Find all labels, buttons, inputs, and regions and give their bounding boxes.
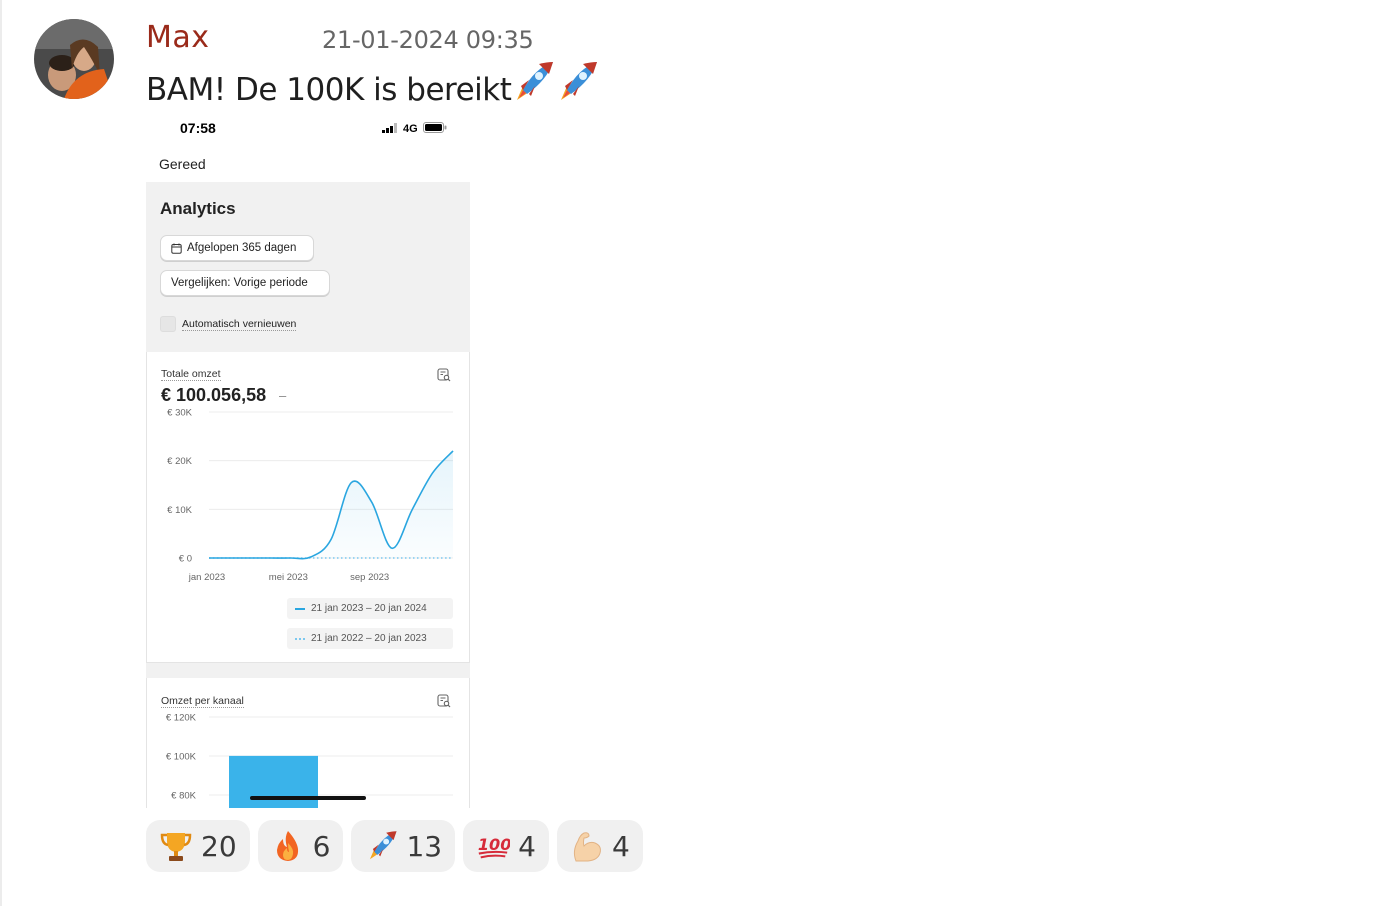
fire-icon [271,829,305,863]
reaction-count: 6 [312,829,331,863]
status-time: 07:58 [180,120,216,136]
reaction-fire[interactable]: 6 [257,820,344,872]
rocket-icon [364,829,398,863]
x-tick-label: mei 2023 [269,572,308,583]
total-sales-value: € 100.056,58 [161,385,267,405]
legend-dotted-swatch [295,637,305,640]
avatar[interactable] [34,19,114,99]
bar-y-tick-label: € 100K [166,752,197,763]
reactions-bar: 20 6 13 100 4 4 [146,820,643,872]
reaction-rocket[interactable]: 13 [351,820,456,872]
compare-label: Vergelijken: Vorige periode [171,277,308,289]
auto-refresh-checkbox[interactable] [160,316,176,332]
reaction-biceps[interactable]: 4 [556,820,643,872]
status-bar-right: 4G [382,122,447,136]
left-border [0,0,2,906]
flexed-biceps-icon [570,829,604,863]
analytics-header: Analytics Afgelopen 365 dagen Vergelijke… [146,182,470,352]
legend-solid-swatch [295,607,305,610]
analytics-title: Analytics [160,199,236,218]
legend-previous-label: 21 jan 2022 – 20 jan 2023 [311,633,427,644]
date-range-label: Afgelopen 365 dagen [187,242,297,254]
auto-refresh-label: Automatisch vernieuwen [182,317,297,331]
post-message-text: BAM! De 100K is bereikt [146,72,512,108]
rocket-icon [553,60,599,112]
legend-current-label: 21 jan 2023 – 20 jan 2024 [311,603,427,614]
date-range-button[interactable]: Afgelopen 365 dagen [160,235,314,261]
calendar-icon [171,243,182,254]
rocket-icon [509,60,555,112]
legend-previous[interactable]: 21 jan 2022 – 20 jan 2023 [287,628,453,649]
done-button[interactable]: Gereed [159,156,206,172]
home-indicator [250,796,366,800]
hundred-points-icon: 100 [476,829,510,863]
post-timestamp: 21-01-2024 09:35 [322,26,534,54]
series-area-current [209,450,453,559]
reaction-count: 4 [611,829,630,863]
auto-refresh-toggle[interactable]: Automatisch vernieuwen [160,316,297,332]
channel-bar[interactable] [229,755,318,808]
y-tick-label: € 0 [179,554,192,565]
reaction-count: 13 [406,829,443,863]
reaction-trophy[interactable]: 20 [146,820,250,872]
x-tick-label: sep 2023 [350,572,389,583]
total-sales-label-text: Totale omzet [161,368,221,381]
bar-y-tick-label: € 80K [171,791,196,802]
network-label: 4G [403,123,418,135]
author-name[interactable]: Max [146,20,210,55]
x-tick-label: jan 2023 [188,572,225,583]
signal-icon [382,122,398,136]
total-sales-chart: € 30K € 20K € 10K € 0 jan 2023 mei 2023 sep 20… [167,408,454,583]
sales-by-channel-card: Omzet per kanaal € 120K € 100K € 80K [146,678,470,808]
total-sales-card: Totale omzet € 100.056,58 – € 30K € 20K € … [146,352,470,663]
trophy-icon [159,829,193,863]
total-sales-label: Totale omzet [161,368,221,381]
battery-icon [422,122,447,136]
y-tick-label: € 10K [167,505,192,516]
reaction-count: 20 [201,829,237,863]
compare-button[interactable]: Vergelijken: Vorige periode [160,270,330,296]
attached-screenshot[interactable]: 07:58 4G Gereed Analytics Afgelopen 365 … [146,108,470,808]
total-sales-change: – [279,388,287,403]
bar-y-tick-label: € 120K [166,713,197,724]
reaction-count: 4 [518,829,536,863]
report-search-icon[interactable] [437,368,451,387]
legend-current[interactable]: 21 jan 2023 – 20 jan 2024 [287,598,453,619]
post-message: BAM! De 100K is bereikt [146,60,599,112]
y-tick-label: € 20K [167,456,192,467]
sales-by-channel-chart: € 120K € 100K € 80K [166,713,453,808]
reaction-hundred[interactable]: 100 4 [463,820,549,872]
y-tick-label: € 30K [167,408,192,419]
card-separator [146,663,470,678]
